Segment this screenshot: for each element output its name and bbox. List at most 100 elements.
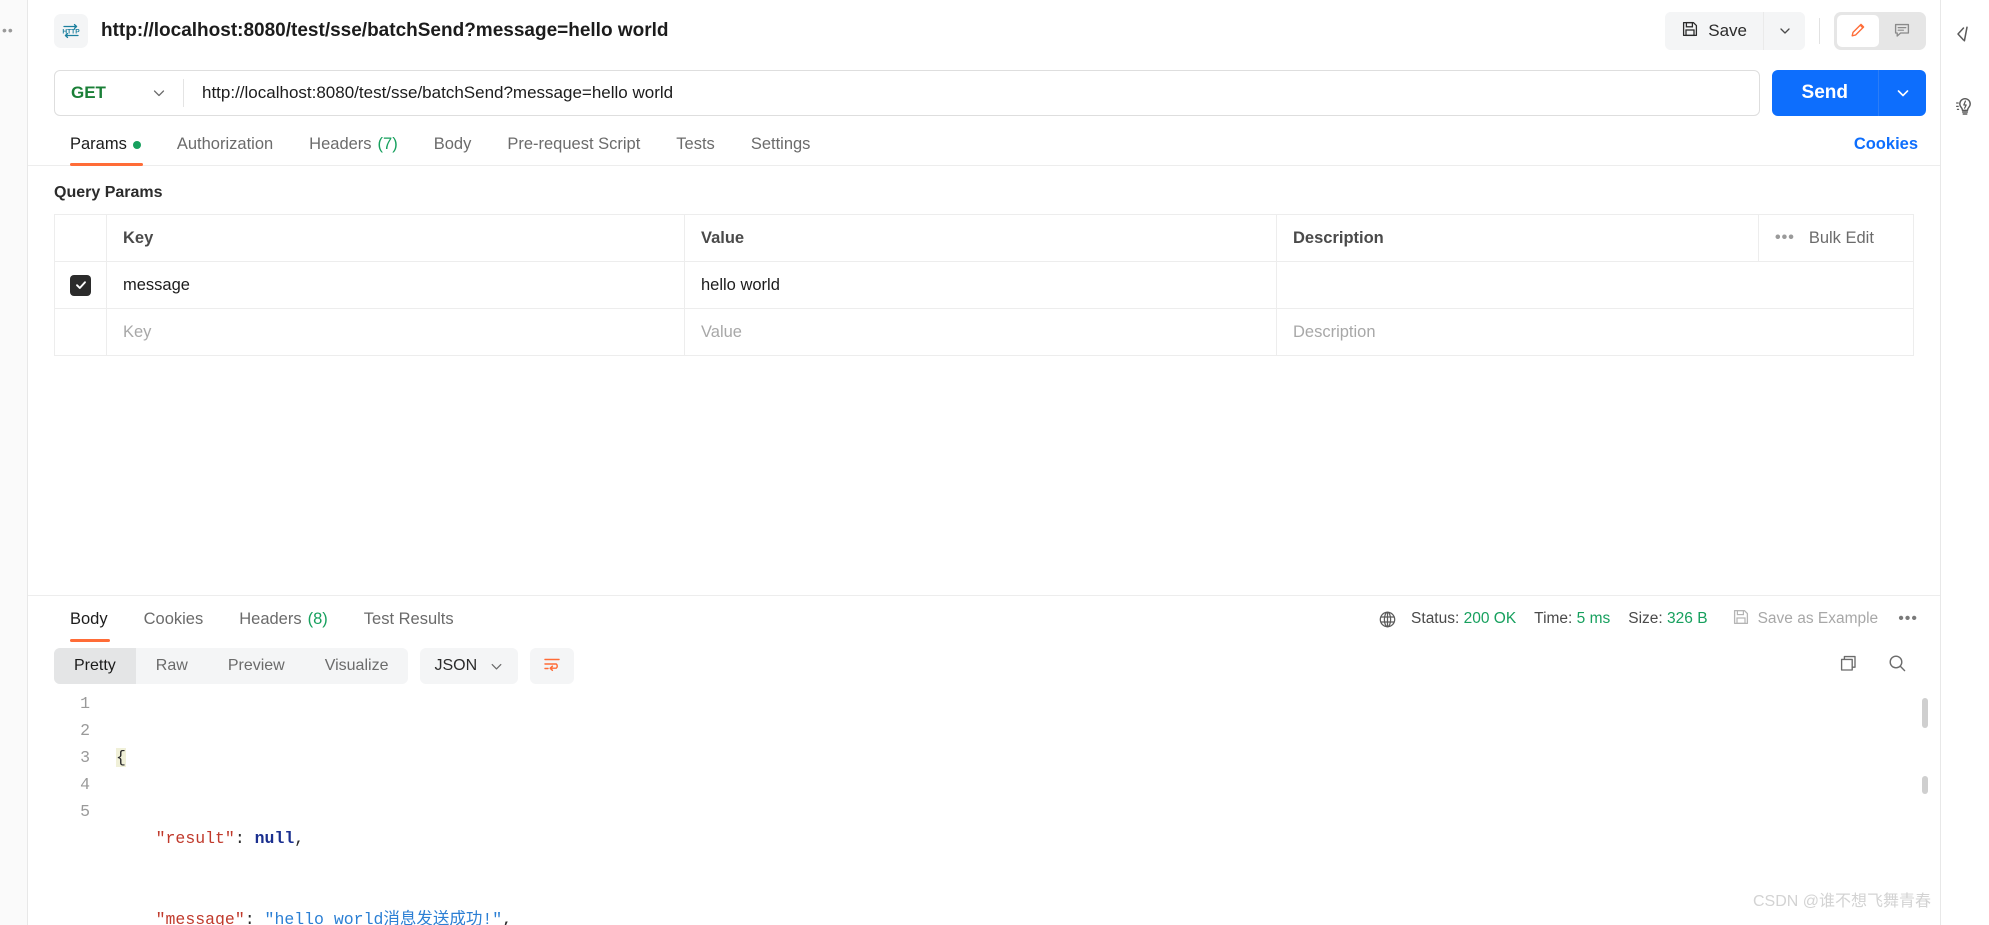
tab-headers-label: Headers xyxy=(309,135,372,153)
save-as-example-label: Save as Example xyxy=(1757,610,1879,627)
response-tab-body[interactable]: Body xyxy=(54,596,126,642)
line-number: 5 xyxy=(80,802,90,821)
floppy-disk-icon xyxy=(1732,608,1750,631)
header-key: Key xyxy=(106,214,685,262)
method-selector[interactable]: GET xyxy=(55,71,183,115)
response-status-bar: Status: 200 OK Time: 5 ms Size: 326 B Sa… xyxy=(1378,608,1918,631)
tab-tests[interactable]: Tests xyxy=(658,124,733,166)
globe-icon[interactable] xyxy=(1378,610,1397,629)
word-wrap-toggle[interactable] xyxy=(530,648,575,684)
send-dropdown-button[interactable] xyxy=(1878,70,1926,116)
response-tab-headers-label: Headers xyxy=(239,609,302,628)
size-label: Size: xyxy=(1628,610,1663,627)
response-tabs-row: Body Cookies Headers (8) Test Results St… xyxy=(28,596,1940,642)
chevron-down-icon xyxy=(491,663,502,670)
query-params-body: message hello world Key Value Descriptio… xyxy=(54,261,1914,356)
http-protocol-icon: HTTP xyxy=(54,14,88,48)
header-bulk-edit-cell: ••• Bulk Edit xyxy=(1758,214,1914,262)
response-view-segmented-control: Pretty Raw Preview Visualize xyxy=(54,648,409,684)
table-row[interactable]: message hello world xyxy=(54,261,1914,309)
left-rail: •• xyxy=(0,0,28,925)
row-enabled-checkbox[interactable] xyxy=(70,274,91,296)
postman-window: •• HTTP http://localhost:8080/test/sse/b… xyxy=(0,0,1989,925)
response-panel: Body Cookies Headers (8) Test Results St… xyxy=(28,595,1940,925)
response-scrollbar-thumb-bottom[interactable] xyxy=(1922,776,1928,794)
query-params-table: Key Value Description ••• Bulk Edit mess… xyxy=(54,214,1914,356)
comment-button[interactable] xyxy=(1881,15,1923,47)
header-checkbox-cell xyxy=(54,214,107,262)
code-line-text: { xyxy=(116,748,126,767)
response-tab-cookies-label: Cookies xyxy=(143,609,204,628)
code-snippet-icon[interactable] xyxy=(1953,22,1977,46)
view-preview-button[interactable]: Preview xyxy=(208,648,305,684)
code-line: "result": null, xyxy=(116,825,1940,852)
copy-icon xyxy=(1838,653,1859,679)
left-rail-overflow-icon[interactable]: •• xyxy=(2,22,14,38)
method-label: GET xyxy=(71,83,106,102)
query-params-head: Key Value Description ••• Bulk Edit xyxy=(54,214,1914,262)
tab-pre-request-script-label: Pre-request Script xyxy=(507,135,641,153)
save-button[interactable]: Save xyxy=(1665,12,1763,50)
tab-body[interactable]: Body xyxy=(416,124,490,166)
params-modified-dot-icon xyxy=(132,140,141,149)
tab-authorization[interactable]: Authorization xyxy=(159,124,291,166)
empty-row-value-input[interactable]: Value xyxy=(684,308,1277,356)
save-button-label: Save xyxy=(1708,21,1747,40)
ellipsis-icon[interactable]: ••• xyxy=(1775,229,1795,247)
send-button[interactable]: Send xyxy=(1771,70,1878,116)
response-tab-headers-count: (8) xyxy=(307,609,328,628)
response-more-options-icon[interactable]: ••• xyxy=(1898,610,1918,628)
empty-row-checkbox-cell xyxy=(54,308,107,356)
search-icon xyxy=(1887,653,1908,679)
response-language-selector[interactable]: JSON xyxy=(420,648,519,684)
response-scrollbar-thumb-top[interactable] xyxy=(1922,698,1928,728)
word-wrap-icon xyxy=(542,654,562,679)
code-line-text: "result": null, xyxy=(155,829,305,848)
copy-response-button[interactable] xyxy=(1838,653,1859,679)
edit-mode-button[interactable] xyxy=(1837,15,1879,47)
table-row[interactable]: Key Value Description xyxy=(54,308,1914,356)
right-rail xyxy=(1940,0,1989,925)
response-code-block: 1 2 3 4 5 { "result": null, "message": "… xyxy=(54,690,1940,925)
view-raw-button[interactable]: Raw xyxy=(136,648,208,684)
view-visualize-button[interactable]: Visualize xyxy=(305,648,409,684)
main-column: HTTP http://localhost:8080/test/sse/batc… xyxy=(28,0,1940,925)
lightbulb-icon[interactable] xyxy=(1953,94,1977,118)
request-tabs-row: Params Authorization Headers (7) Body Pr… xyxy=(28,124,1940,166)
url-input[interactable] xyxy=(184,83,1759,103)
save-as-example-button[interactable]: Save as Example xyxy=(1732,608,1879,631)
tab-tests-label: Tests xyxy=(676,135,715,153)
tab-settings[interactable]: Settings xyxy=(733,124,829,166)
code-fold-bar[interactable] xyxy=(100,690,116,925)
row-key[interactable]: message xyxy=(106,261,685,309)
code-line: { xyxy=(116,744,1940,771)
tab-headers[interactable]: Headers (7) xyxy=(291,124,416,166)
save-dropdown-button[interactable] xyxy=(1763,12,1805,50)
search-response-button[interactable] xyxy=(1887,653,1908,679)
row-value[interactable]: hello world xyxy=(684,261,1277,309)
tab-authorization-label: Authorization xyxy=(176,135,274,153)
response-tabs: Body Cookies Headers (8) Test Results xyxy=(54,596,472,642)
view-pretty-button[interactable]: Pretty xyxy=(54,648,136,684)
empty-row-description-input[interactable]: Description xyxy=(1276,308,1914,356)
chevron-down-icon xyxy=(1897,90,1908,97)
row-description[interactable] xyxy=(1276,261,1914,309)
time-item: Time: 5 ms xyxy=(1534,610,1610,628)
request-body-spacer xyxy=(28,356,1940,595)
query-params-area: Query Params Key Value Description ••• B… xyxy=(28,166,1940,356)
response-tab-test-results[interactable]: Test Results xyxy=(346,596,472,642)
empty-row-key-input[interactable]: Key xyxy=(106,308,685,356)
response-tab-headers[interactable]: Headers (8) xyxy=(221,596,346,642)
size-item: Size: 326 B xyxy=(1628,610,1707,628)
request-header-bar: HTTP http://localhost:8080/test/sse/batc… xyxy=(28,0,1940,62)
size-value: 326 B xyxy=(1667,610,1708,627)
cookies-link[interactable]: Cookies xyxy=(1854,135,1918,154)
response-tab-cookies[interactable]: Cookies xyxy=(126,596,222,642)
bulk-edit-button[interactable]: Bulk Edit xyxy=(1809,229,1874,248)
tab-pre-request-script[interactable]: Pre-request Script xyxy=(489,124,658,166)
tab-params[interactable]: Params xyxy=(54,124,159,166)
response-body-viewer[interactable]: 1 2 3 4 5 { "result": null, "message": "… xyxy=(28,690,1940,925)
response-tab-test-results-label: Test Results xyxy=(363,609,454,628)
comment-icon xyxy=(1893,21,1911,42)
query-params-title: Query Params xyxy=(54,184,163,201)
